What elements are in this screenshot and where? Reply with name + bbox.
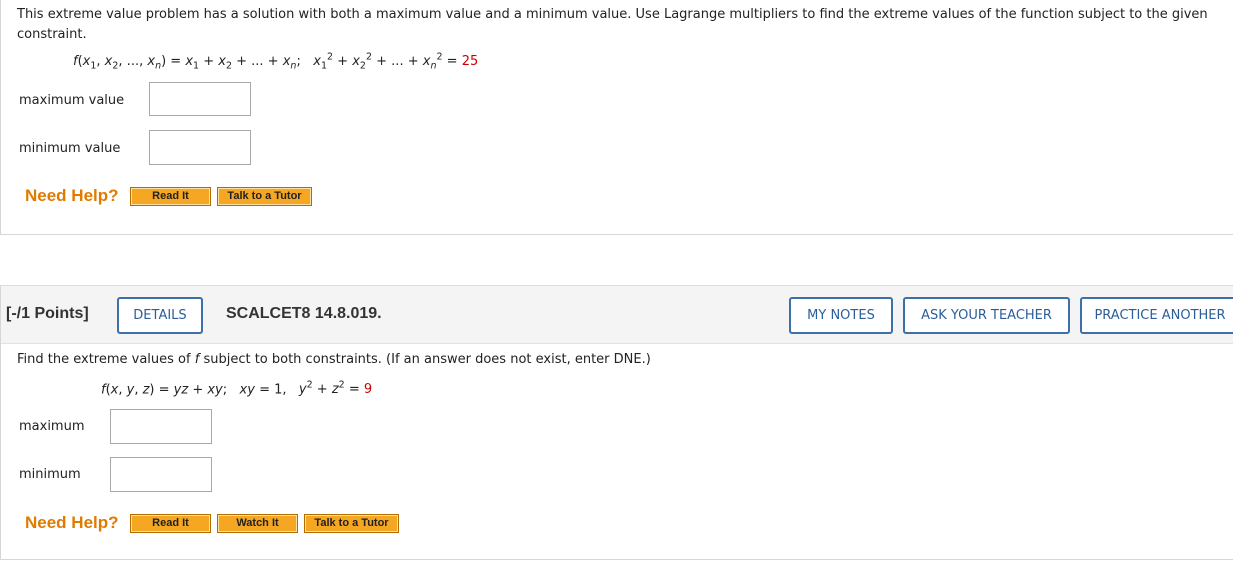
need-help-label: Need Help? — [25, 513, 119, 532]
minimum-value-label: minimum value — [19, 141, 121, 156]
question-prompt: This extreme value problem has a solutio… — [17, 7, 1208, 42]
maximum-value-label: maximum value — [19, 93, 125, 108]
need-help-label: Need Help? — [25, 186, 119, 205]
practice-another-button[interactable]: PRACTICE ANOTHER — [1080, 297, 1233, 334]
constraint-constant: 25 — [461, 54, 479, 70]
maximum-input[interactable] — [110, 409, 212, 444]
question-prompt: Find the extreme values of f subject to … — [17, 352, 651, 367]
talk-to-tutor-button[interactable]: Talk to a Tutor — [304, 514, 399, 533]
details-button[interactable]: DETAILS — [117, 297, 203, 334]
question-panel-1: This extreme value problem has a solutio… — [0, 0, 1233, 235]
talk-to-tutor-button[interactable]: Talk to a Tutor — [217, 187, 312, 206]
ask-your-teacher-button[interactable]: ASK YOUR TEACHER — [903, 297, 1070, 334]
maximum-value-input[interactable] — [149, 82, 251, 116]
question-header: [-/1 Points] DETAILS SCALCET8 14.8.019. … — [1, 286, 1233, 344]
function-and-constraints: f(x, y, z) = yz + xy; xy = 1, y2 + z2 = … — [101, 380, 372, 397]
minimum-label: minimum — [19, 467, 81, 482]
minimum-value-input[interactable] — [149, 130, 251, 165]
read-it-button[interactable]: Read It — [130, 187, 211, 206]
constraint-2: y2 + z2 = 9 — [298, 380, 373, 398]
constraint-1: xy = 1, — [239, 382, 287, 398]
maximum-label: maximum — [19, 419, 85, 434]
function-definition: f(x, y, z) = yz + xy; — [101, 382, 228, 398]
watch-it-button[interactable]: Watch It — [217, 514, 298, 533]
points-label: [-/1 Points] — [6, 305, 89, 322]
minimum-input[interactable] — [110, 457, 212, 492]
my-notes-button[interactable]: MY NOTES — [789, 297, 893, 334]
question-panel-2: [-/1 Points] DETAILS SCALCET8 14.8.019. … — [0, 285, 1233, 560]
function-and-constraint: f(x1, x2, ..., xn) = x1 + x2 + ... + xn;… — [73, 52, 478, 72]
function-definition: f(x1, x2, ..., xn) = x1 + x2 + ... + xn; — [73, 54, 301, 72]
question-code: SCALCET8 14.8.019. — [226, 305, 382, 322]
constraint-equation: x12 + x22 + ... + xn2 = 25 — [313, 52, 479, 72]
read-it-button[interactable]: Read It — [130, 514, 211, 533]
constraint-constant: 9 — [363, 382, 373, 398]
